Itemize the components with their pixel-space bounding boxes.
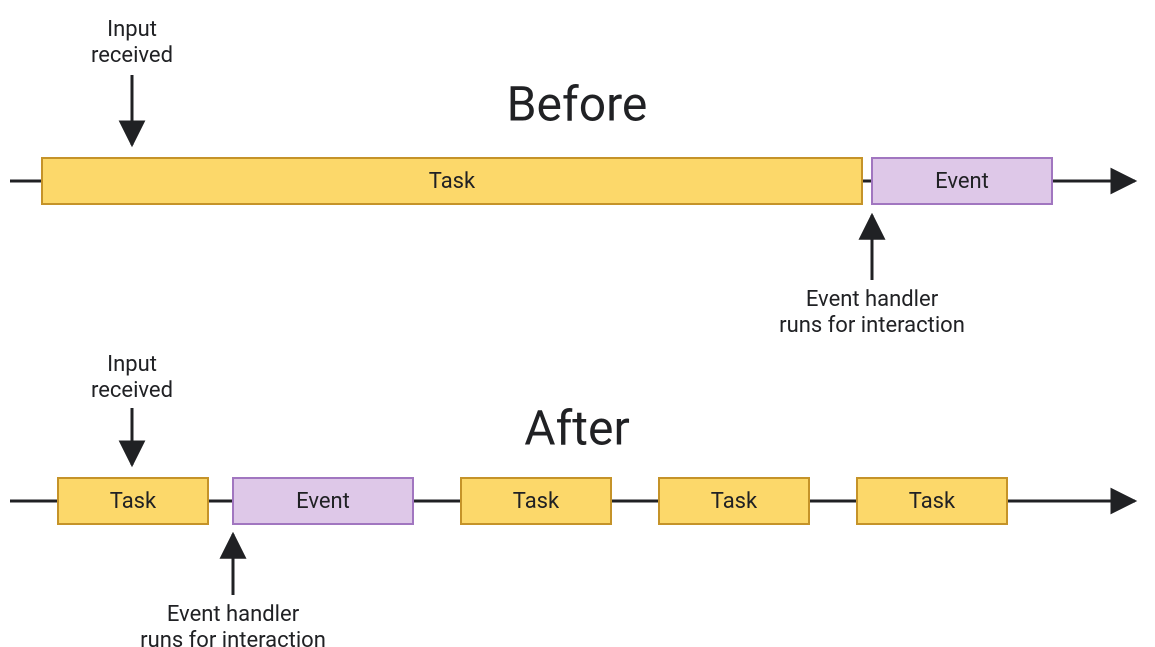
before-input-annotation-l1: Input <box>107 17 157 42</box>
before-event-label: Event <box>935 169 989 194</box>
after-task-label-3: Task <box>711 489 758 514</box>
after-event-annotation-l1: Event handler <box>167 602 300 627</box>
after-event-label: Event <box>296 489 350 514</box>
after-task-label-1: Task <box>110 489 157 514</box>
after-input-annotation-l1: Input <box>107 352 157 377</box>
before-event-annotation-l2: runs for interaction <box>779 313 965 338</box>
after-event-annotation-l2: runs for interaction <box>140 628 326 647</box>
after-task-label-4: Task <box>909 489 956 514</box>
before-task-label: Task <box>429 169 476 194</box>
task-diagram: Before Input received Task Event Event h… <box>0 0 1155 647</box>
after-task-label-2: Task <box>513 489 560 514</box>
before-event-annotation-l1: Event handler <box>806 287 939 312</box>
after-input-annotation-l2: received <box>91 378 173 403</box>
before-title: Before <box>507 76 648 133</box>
after-title: After <box>524 400 629 457</box>
before-input-annotation-l2: received <box>91 43 173 68</box>
